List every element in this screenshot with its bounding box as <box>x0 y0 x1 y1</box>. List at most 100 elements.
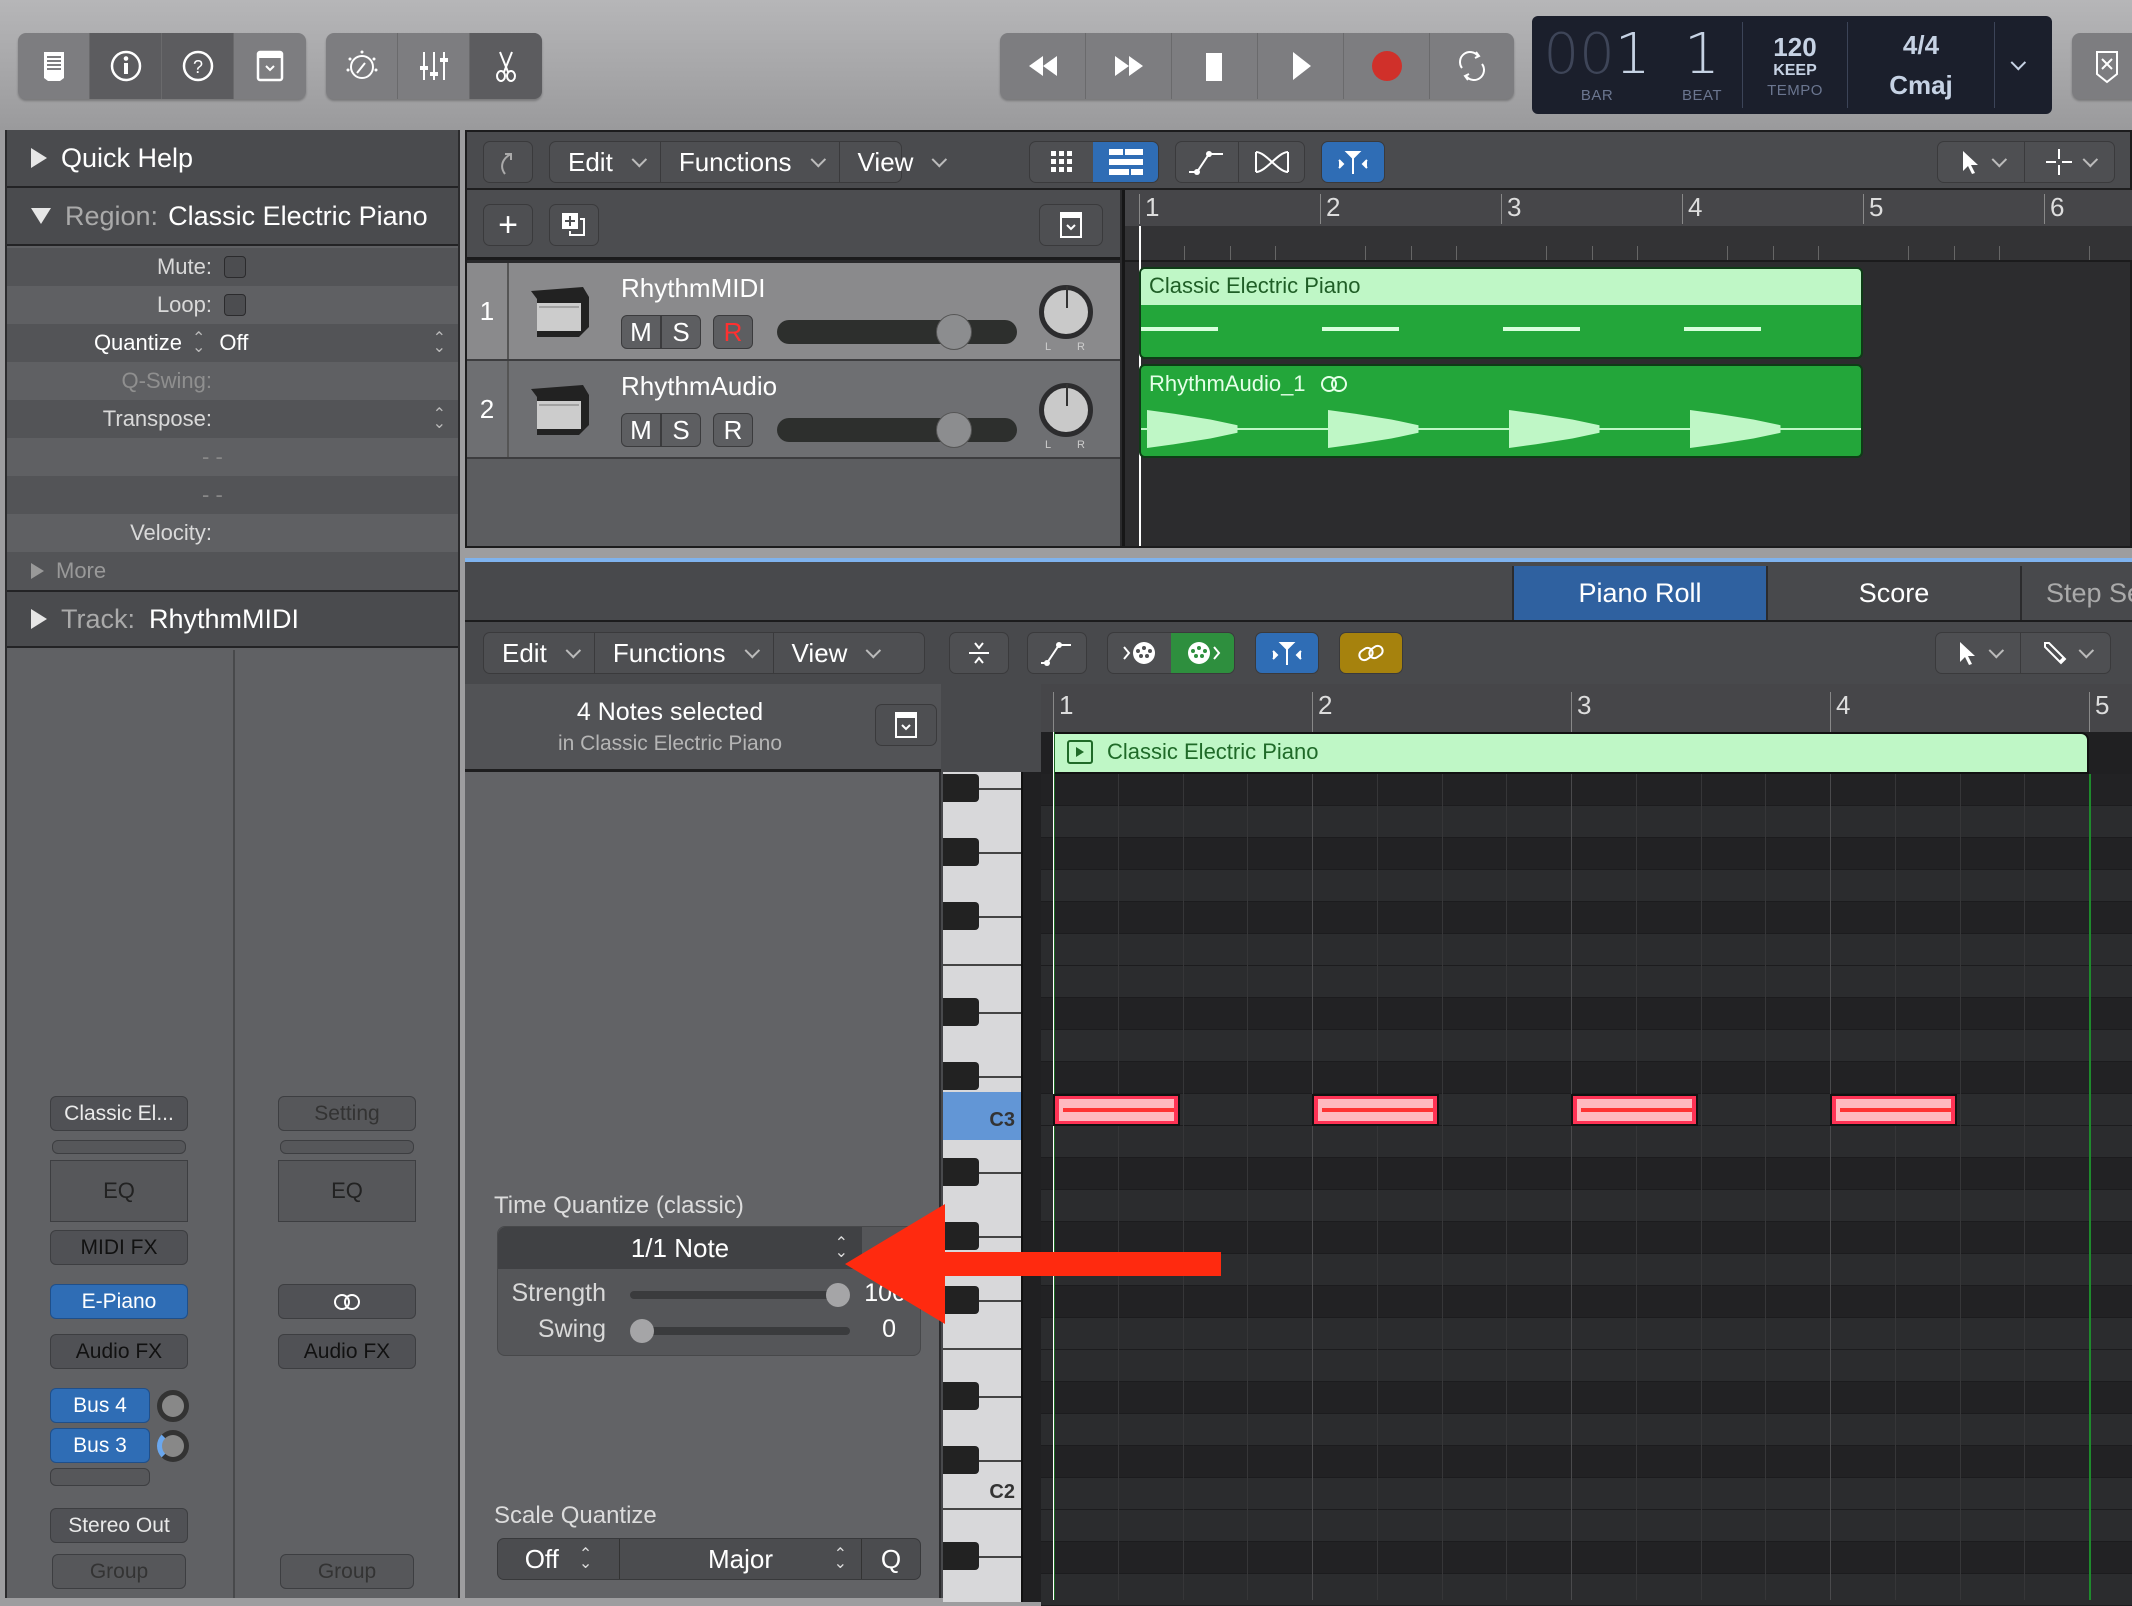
more-row[interactable]: More <box>7 552 458 590</box>
scale-quantize-button[interactable]: Q <box>862 1539 920 1579</box>
command-click-tool-menu[interactable] <box>2025 142 2114 182</box>
midi-in-button[interactable] <box>1108 633 1171 673</box>
stop-button[interactable] <box>1172 33 1258 99</box>
pitch-row[interactable] <box>1041 870 2132 902</box>
volume-knob[interactable] <box>936 314 973 350</box>
volume-slider[interactable] <box>777 412 1017 448</box>
setting-button[interactable]: Setting <box>278 1096 416 1131</box>
piano-roll-grid-area[interactable]: 1 2 3 4 5 Classic Electric Piano <box>1041 684 2132 1606</box>
black-key[interactable] <box>943 838 979 866</box>
black-key[interactable] <box>943 1382 979 1410</box>
pitch-row[interactable] <box>1041 1574 2132 1606</box>
pitch-row[interactable] <box>1041 1446 2132 1478</box>
pitch-row[interactable] <box>1041 998 2132 1030</box>
transpose-row[interactable]: Transpose: ⌃ ⌄ <box>7 400 458 438</box>
audio-region[interactable]: RhythmAudio_1 <box>1139 364 1863 458</box>
add-track-button[interactable]: + <box>483 204 533 246</box>
view-menu[interactable]: View <box>840 142 961 182</box>
track-row-1[interactable]: 1 RhythmMIDI M S R LR <box>467 263 1120 361</box>
tab-score[interactable]: Score <box>1766 566 2020 620</box>
black-key[interactable] <box>943 998 979 1026</box>
black-key[interactable] <box>943 1062 979 1090</box>
functions-menu[interactable]: Functions <box>661 142 840 182</box>
functions-menu[interactable]: Functions <box>595 633 774 673</box>
pan-knob[interactable] <box>1039 285 1093 339</box>
pitch-row[interactable] <box>1041 966 2132 998</box>
record-enable-button[interactable]: R <box>713 413 753 447</box>
local-inspector-toggle[interactable] <box>875 704 937 746</box>
piano-keyboard[interactable]: C3 C2 <box>943 772 1041 1602</box>
midi-note[interactable] <box>1571 1094 1698 1126</box>
grid-view-button[interactable] <box>1030 142 1093 182</box>
quantize-row[interactable]: Quantize ⌃ ⌄ Off ⌃ ⌄ <box>7 324 458 362</box>
mute-button[interactable]: M <box>621 315 661 349</box>
send-knob[interactable] <box>157 1390 189 1422</box>
mute-checkbox[interactable] <box>224 256 246 278</box>
input-button[interactable] <box>278 1284 416 1319</box>
catch-playhead-button[interactable] <box>483 141 533 183</box>
play-button[interactable] <box>1258 33 1344 99</box>
tab-step-sequencer[interactable]: Step Se <box>2020 566 2132 620</box>
pitch-row[interactable] <box>1041 1030 2132 1062</box>
midi-note[interactable] <box>1830 1094 1957 1126</box>
empty-send-slot[interactable] <box>50 1468 150 1486</box>
region-header[interactable]: Region: Classic Electric Piano <box>7 188 458 246</box>
link-button[interactable] <box>1339 632 1403 674</box>
list-view-button[interactable] <box>1093 142 1158 182</box>
pointer-tool-menu[interactable] <box>1938 142 2026 182</box>
track-name[interactable]: RhythmMIDI <box>621 273 765 304</box>
automation-button[interactable] <box>1176 142 1240 182</box>
black-key[interactable] <box>943 902 979 930</box>
playhead[interactable] <box>1053 732 1055 1600</box>
pitch-row[interactable] <box>1041 902 2132 934</box>
mixer-button[interactable] <box>398 33 470 99</box>
edit-menu[interactable]: Edit <box>484 633 595 673</box>
editors-button[interactable] <box>470 33 542 99</box>
quantize-value[interactable]: Off <box>219 330 248 356</box>
setting-button[interactable]: Classic El... <box>50 1096 188 1131</box>
tab-piano-roll[interactable]: Piano Roll <box>1512 566 1766 620</box>
gain-slot[interactable] <box>52 1140 186 1154</box>
flex-button[interactable] <box>1239 142 1304 182</box>
black-key[interactable] <box>943 1542 979 1570</box>
cycle-button[interactable] <box>1430 33 1514 99</box>
record-button[interactable] <box>1344 33 1430 99</box>
view-menu[interactable]: View <box>774 633 895 673</box>
pitch-row[interactable] <box>1041 1478 2132 1510</box>
eq-button[interactable]: EQ <box>50 1160 188 1222</box>
pan-knob[interactable] <box>1039 383 1093 437</box>
pitch-row[interactable] <box>1041 806 2132 838</box>
time-quantize-select[interactable]: 1/1 Note ⌃ ⌄ <box>498 1227 862 1269</box>
audio-fx-button[interactable]: Audio FX <box>50 1334 188 1369</box>
smart-controls-button[interactable] <box>326 33 398 99</box>
gain-slot[interactable] <box>280 1140 414 1154</box>
send-bus-3[interactable]: Bus 3 <box>50 1428 150 1463</box>
swing-thumb[interactable] <box>630 1319 654 1343</box>
strength-slider[interactable] <box>630 1283 850 1307</box>
note-grid[interactable] <box>1041 732 2132 1606</box>
quick-help-button[interactable]: ? <box>162 33 234 99</box>
send-knob[interactable] <box>157 1430 189 1462</box>
automation-button[interactable] <box>1027 632 1087 674</box>
pointer-tool-menu[interactable] <box>1936 633 2022 673</box>
edit-menu[interactable]: Edit <box>550 142 661 182</box>
marker-ruler[interactable] <box>1125 226 2132 262</box>
pitch-row[interactable] <box>1041 934 2132 966</box>
swing-slider[interactable] <box>630 1319 850 1343</box>
pitch-row[interactable] <box>1041 1542 2132 1574</box>
pitch-row[interactable] <box>1041 838 2132 870</box>
quick-help-header[interactable]: Quick Help <box>7 130 458 188</box>
scale-type-select[interactable]: Major ⌃ ⌄ <box>620 1539 862 1579</box>
track-name[interactable]: RhythmAudio <box>621 371 777 402</box>
loop-checkbox[interactable] <box>224 294 246 316</box>
group-button[interactable]: Group <box>280 1554 414 1589</box>
pitch-row[interactable] <box>1041 774 2132 806</box>
key-c2[interactable]: C2 <box>943 1476 1021 1508</box>
snap-button[interactable] <box>1255 632 1319 674</box>
instrument-button[interactable]: E-Piano <box>50 1284 188 1319</box>
black-key[interactable] <box>943 1158 979 1186</box>
black-key[interactable] <box>943 1446 979 1474</box>
pitch-row[interactable] <box>1041 1350 2132 1382</box>
global-tracks-button[interactable] <box>1039 204 1103 246</box>
volume-knob[interactable] <box>936 412 973 448</box>
